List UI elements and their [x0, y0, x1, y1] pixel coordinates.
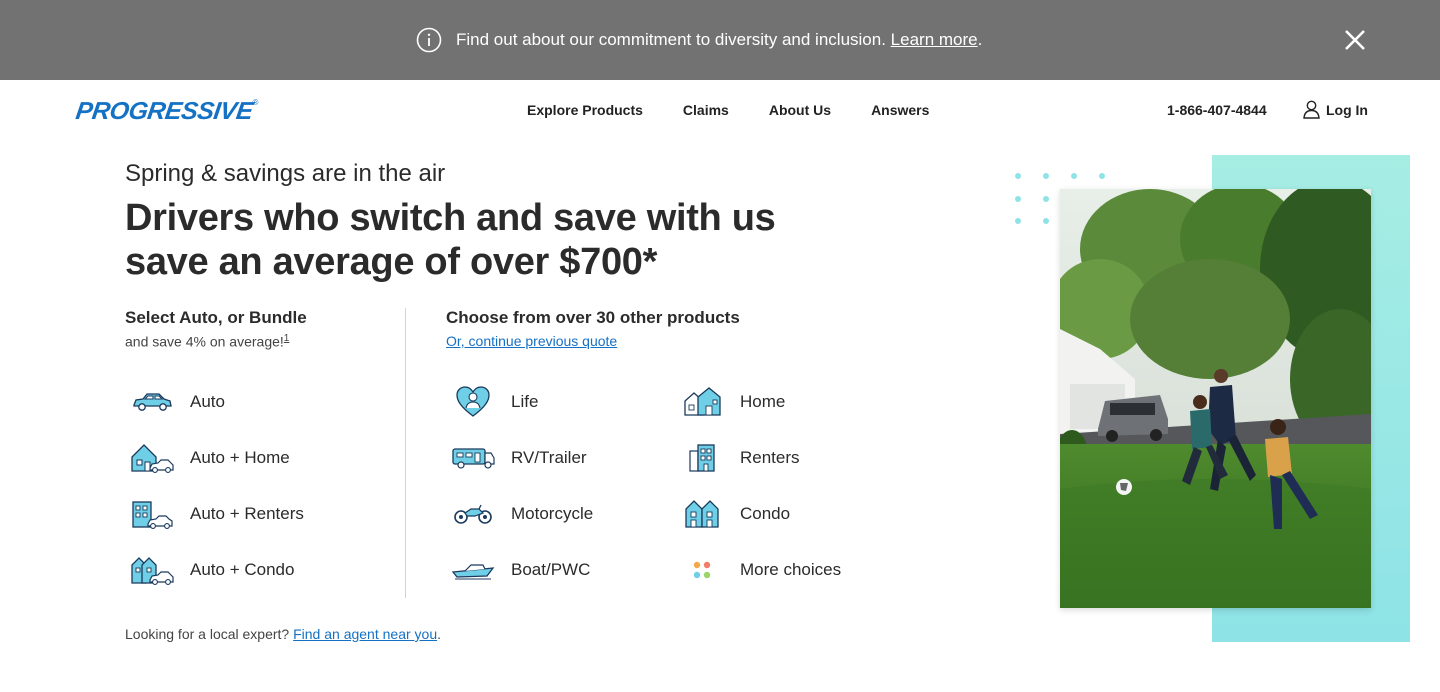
product-life-label: Life	[511, 392, 539, 411]
close-icon[interactable]	[1342, 27, 1368, 53]
product-condo[interactable]: Condo	[680, 497, 790, 531]
bundle-subtitle: and save 4% on average!	[125, 333, 284, 350]
column-divider	[405, 308, 406, 598]
main-nav: Explore Products Claims About Us Answers	[527, 102, 929, 118]
product-boat-pwc[interactable]: Boat/PWC	[451, 553, 590, 587]
product-auto-home-label: Auto + Home	[190, 448, 290, 467]
hero-headline: Drivers who switch and save with us save…	[125, 197, 776, 283]
bundle-title: Select Auto, or Bundle	[125, 308, 307, 327]
product-life[interactable]: Life	[451, 385, 538, 419]
car-condo-icon	[130, 553, 174, 587]
local-expert-trail: .	[437, 626, 441, 642]
product-home[interactable]: Home	[680, 385, 785, 419]
product-auto-home[interactable]: Auto + Home	[130, 441, 290, 475]
product-auto-condo[interactable]: Auto + Condo	[130, 553, 294, 587]
banner-trail: .	[977, 30, 983, 49]
login-button[interactable]: Log In	[1303, 100, 1368, 119]
learn-more-link[interactable]: Learn more	[891, 30, 978, 50]
logo-text: PROGRESSIVE	[74, 97, 255, 125]
product-more-choices-label: More choices	[740, 560, 842, 579]
find-agent-link[interactable]: Find an agent near you	[293, 626, 437, 642]
more-choices-icon	[680, 553, 724, 587]
nav-explore-products[interactable]: Explore Products	[527, 102, 643, 118]
car-apartment-icon	[130, 497, 174, 531]
motorcycle-icon	[451, 497, 495, 531]
nav-about-us[interactable]: About Us	[769, 102, 831, 118]
rv-icon	[451, 441, 495, 475]
phone-number[interactable]: 1-866-407-4844	[1167, 102, 1267, 118]
product-home-label: Home	[740, 392, 786, 411]
product-auto[interactable]: Auto	[130, 385, 225, 419]
product-auto-renters-label: Auto + Renters	[190, 504, 304, 523]
car-home-icon	[130, 441, 174, 475]
nav-claims[interactable]: Claims	[683, 102, 729, 118]
continue-quote-link[interactable]: Or, continue previous quote	[446, 333, 617, 349]
other-products-title: Choose from over 30 other products	[446, 308, 740, 327]
progressive-logo[interactable]: PROGRESSIVE®	[74, 97, 258, 125]
family-soccer-photo	[1060, 189, 1371, 608]
product-renters[interactable]: Renters	[680, 441, 800, 475]
bundle-footnote[interactable]: 1	[284, 333, 290, 344]
bundle-subtitle-wrap: and save 4% on average!1	[125, 333, 289, 350]
house-icon	[680, 385, 724, 419]
product-condo-label: Condo	[740, 504, 791, 523]
local-expert: Looking for a local expert? Find an agen…	[125, 626, 441, 642]
info-icon	[416, 27, 442, 53]
product-motorcycle[interactable]: Motorcycle	[451, 497, 593, 531]
product-more-choices[interactable]: More choices	[680, 553, 841, 587]
local-expert-text: Looking for a local expert?	[125, 626, 290, 642]
product-rv-trailer[interactable]: RV/Trailer	[451, 441, 587, 475]
product-auto-renters[interactable]: Auto + Renters	[130, 497, 304, 531]
product-renters-label: Renters	[740, 448, 800, 467]
product-rv-trailer-label: RV/Trailer	[511, 448, 587, 467]
car-icon	[130, 385, 174, 419]
nav-answers[interactable]: Answers	[871, 102, 929, 118]
hero-eyebrow: Spring & savings are in the air	[125, 160, 446, 187]
boat-icon	[451, 553, 495, 587]
product-boat-pwc-label: Boat/PWC	[511, 560, 591, 579]
product-auto-condo-label: Auto + Condo	[190, 560, 295, 579]
condo-icon	[680, 497, 724, 531]
product-motorcycle-label: Motorcycle	[511, 504, 594, 523]
diversity-banner: Find out about our commitment to diversi…	[0, 0, 1440, 80]
user-icon	[1303, 100, 1320, 119]
banner-content: Find out about our commitment to diversi…	[416, 27, 982, 53]
login-label: Log In	[1326, 101, 1368, 118]
heart-person-icon	[451, 385, 495, 419]
product-auto-label: Auto	[190, 392, 225, 411]
banner-message: Find out about our commitment to diversi…	[456, 30, 886, 49]
apartment-icon	[680, 441, 724, 475]
